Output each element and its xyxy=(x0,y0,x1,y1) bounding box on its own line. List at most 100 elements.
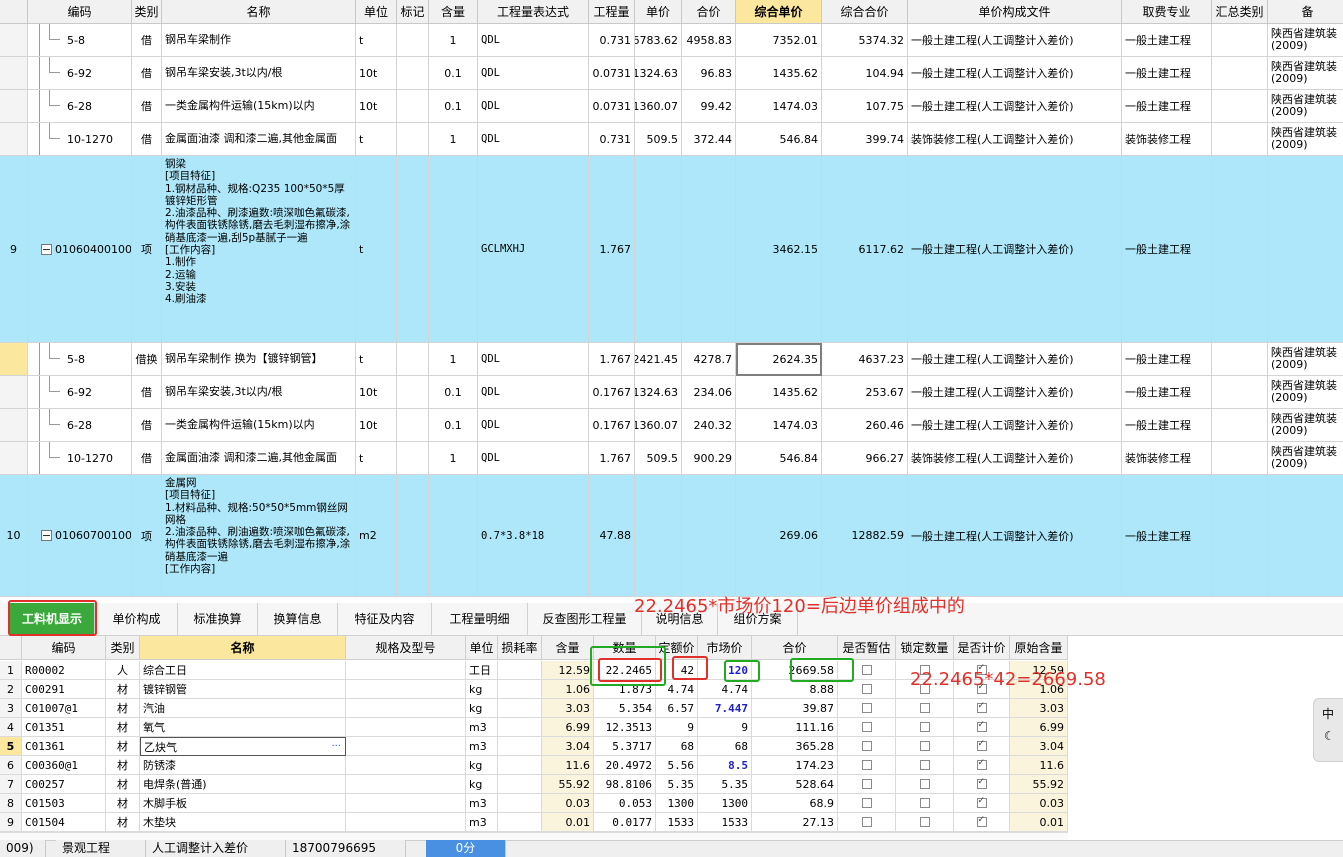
cell-fee[interactable]: 一般土建工程 xyxy=(1122,156,1212,343)
bcell-num[interactable]: 1 xyxy=(0,661,22,680)
col-header[interactable]: 单价构成文件 xyxy=(908,0,1122,24)
bcell-qty[interactable]: 20.4972 xyxy=(594,756,656,775)
bcell-total[interactable]: 528.64 xyxy=(752,775,838,794)
cell-num[interactable] xyxy=(0,24,28,57)
bcell-market[interactable]: 7.447 xyxy=(698,699,752,718)
cell-qty-ratio[interactable]: 0.1 xyxy=(429,90,478,123)
priced-checkbox[interactable] xyxy=(976,739,987,751)
bcell-ratio[interactable]: 3.03 xyxy=(542,699,594,718)
bcell-market[interactable]: 8.5 xyxy=(698,756,752,775)
cell-comp-price[interactable]: 269.06 xyxy=(736,475,822,597)
bcell-priced[interactable] xyxy=(954,756,1010,775)
bcell-lock[interactable] xyxy=(896,813,954,832)
collapse-icon[interactable] xyxy=(41,243,52,255)
cell-total[interactable]: 4278.7 xyxy=(682,343,736,376)
priced-checkbox[interactable] xyxy=(976,720,987,732)
bcell-loss[interactable] xyxy=(498,775,542,794)
bcell-type[interactable]: 人 xyxy=(106,661,140,680)
bottom-col-header[interactable]: 锁定数量 xyxy=(896,636,954,660)
bcell-total[interactable]: 27.13 xyxy=(752,813,838,832)
bcell-spec[interactable] xyxy=(346,699,466,718)
temp-checkbox[interactable] xyxy=(861,817,872,827)
cell-code[interactable]: 6-92 xyxy=(28,376,132,409)
cell-qty-ratio[interactable] xyxy=(429,156,478,343)
cell-comp-price[interactable]: 3462.15 xyxy=(736,156,822,343)
bcell-quota[interactable]: 9 xyxy=(656,718,698,737)
cell-name[interactable]: 一类金属构件运输(15km)以内 xyxy=(162,90,356,123)
cell-num[interactable] xyxy=(0,343,28,376)
cell-mark[interactable] xyxy=(397,57,429,90)
bcell-lock[interactable] xyxy=(896,699,954,718)
cell-sum[interactable] xyxy=(1212,24,1268,57)
cell-comp-price[interactable]: 2624.35 xyxy=(736,343,822,376)
cell-sum[interactable] xyxy=(1212,57,1268,90)
col-header[interactable]: 类别 xyxy=(132,0,162,24)
cell-sum[interactable] xyxy=(1212,409,1268,442)
bcell-num[interactable]: 3 xyxy=(0,699,22,718)
bcell-name[interactable]: 镀锌钢管 xyxy=(140,680,346,699)
bcell-ratio[interactable]: 0.01 xyxy=(542,813,594,832)
main-grid[interactable]: 编码 类别 名称 单位 标记 含量 工程量表达式 工程量 单价 合价 综合单价 综合合价 单价构成文件取… xyxy=(0,0,1343,597)
col-header[interactable]: 单位 xyxy=(356,0,397,24)
col-header[interactable]: 备 xyxy=(1268,0,1343,24)
bcell-temp[interactable] xyxy=(838,718,896,737)
cell-unit[interactable]: 10t xyxy=(356,90,397,123)
cell-comp-price[interactable]: 546.84 xyxy=(736,442,822,475)
bcell-ratio[interactable]: 1.06 xyxy=(542,680,594,699)
cell-file[interactable]: 一般土建工程(人工调整计入差价) xyxy=(908,343,1122,376)
bottom-col-header[interactable]: 编码 xyxy=(22,636,106,660)
cell-comp-total[interactable]: 104.94 xyxy=(822,57,908,90)
cell-unit[interactable]: t xyxy=(356,156,397,343)
priced-checkbox[interactable] xyxy=(976,777,987,789)
cell-num[interactable] xyxy=(0,123,28,156)
bcell-num[interactable]: 7 xyxy=(0,775,22,794)
bcell-priced[interactable] xyxy=(954,718,1010,737)
bcell-orig[interactable]: 55.92 xyxy=(1010,775,1068,794)
cell-fee[interactable]: 一般土建工程 xyxy=(1122,57,1212,90)
cell-fee[interactable]: 一般土建工程 xyxy=(1122,24,1212,57)
cell-expr[interactable]: QDL xyxy=(478,24,589,57)
bcell-spec[interactable] xyxy=(346,737,466,756)
cell-num[interactable] xyxy=(0,376,28,409)
cell-type[interactable]: 借 xyxy=(132,57,162,90)
priced-checkbox[interactable] xyxy=(976,758,987,770)
bcell-name[interactable]: 木脚手板 xyxy=(140,794,346,813)
cell-sum[interactable] xyxy=(1212,90,1268,123)
cell-mark[interactable] xyxy=(397,475,429,597)
bcell-temp[interactable] xyxy=(838,756,896,775)
bottom-col-header[interactable]: 类别 xyxy=(106,636,140,660)
cell-mark[interactable] xyxy=(397,123,429,156)
cell-amount[interactable]: 0.1767 xyxy=(589,376,635,409)
tab-6[interactable]: 反查图形工程量 xyxy=(528,603,642,635)
cell-unit[interactable]: 10t xyxy=(356,57,397,90)
cell-fee[interactable]: 一般土建工程 xyxy=(1122,475,1212,597)
cell-note[interactable]: 陕西省建筑装 (2009) xyxy=(1268,90,1343,123)
cell-expr[interactable]: 0.7*3.8*18 xyxy=(478,475,589,597)
bcell-market[interactable]: 9 xyxy=(698,718,752,737)
temp-checkbox[interactable] xyxy=(861,703,872,713)
cell-fee[interactable]: 一般土建工程 xyxy=(1122,409,1212,442)
cell-sum[interactable] xyxy=(1212,123,1268,156)
cell-sum[interactable] xyxy=(1212,156,1268,343)
bcell-loss[interactable] xyxy=(498,794,542,813)
cell-file[interactable]: 装饰装修工程(人工调整计入差价) xyxy=(908,442,1122,475)
bcell-lock[interactable] xyxy=(896,718,954,737)
bcell-qty[interactable]: 5.354 xyxy=(594,699,656,718)
cell-comp-total[interactable]: 12882.59 xyxy=(822,475,908,597)
bcell-priced[interactable] xyxy=(954,813,1010,832)
bcell-ratio[interactable]: 6.99 xyxy=(542,718,594,737)
tab-4[interactable]: 特征及内容 xyxy=(338,603,432,635)
cell-expr[interactable]: QDL xyxy=(478,90,589,123)
col-header[interactable]: 综合单价 xyxy=(736,0,822,24)
bcell-lock[interactable] xyxy=(896,794,954,813)
cell-comp-total[interactable]: 260.46 xyxy=(822,409,908,442)
cell-fee[interactable]: 装饰装修工程 xyxy=(1122,442,1212,475)
bcell-lock[interactable] xyxy=(896,737,954,756)
cell-price[interactable]: 1360.07 xyxy=(635,90,682,123)
cell-qty-ratio[interactable]: 0.1 xyxy=(429,57,478,90)
cell-comp-price[interactable]: 1474.03 xyxy=(736,409,822,442)
cell-total[interactable]: 234.06 xyxy=(682,376,736,409)
bottom-col-header[interactable]: 单位 xyxy=(466,636,498,660)
cell-type[interactable]: 借 xyxy=(132,442,162,475)
bcell-orig[interactable]: 0.01 xyxy=(1010,813,1068,832)
